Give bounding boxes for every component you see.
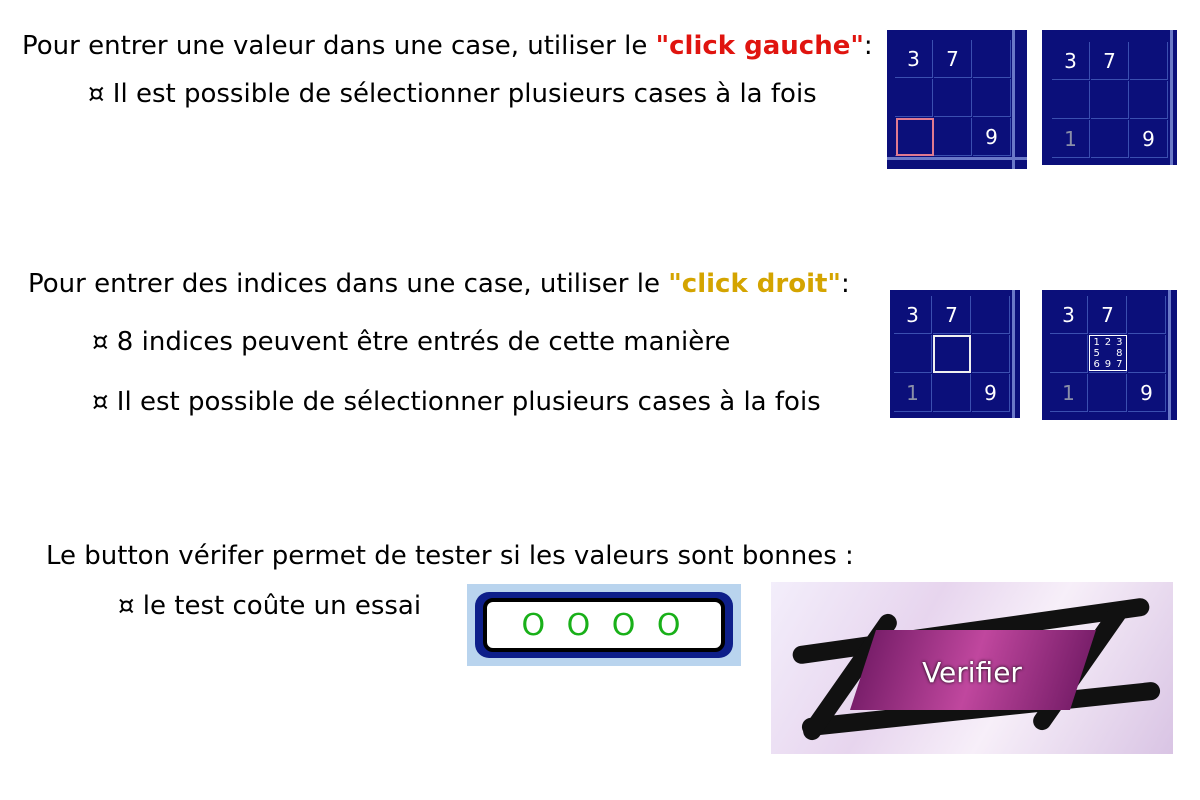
cell[interactable]: 1 <box>894 374 932 412</box>
hint: 3 <box>1116 337 1123 348</box>
sudoku-grid-example-4: 3 7 1 9 1 2 3 5 8 6 9 7 <box>1042 290 1177 420</box>
instruction-text: Pour entrer des indices dans une case, u… <box>28 269 669 299</box>
cell[interactable]: 3 <box>895 40 933 78</box>
cell[interactable] <box>934 79 972 117</box>
colon: : <box>863 31 873 61</box>
counter-frame: O O O O <box>475 592 733 658</box>
left-click-label: "click gauche" <box>655 31 864 61</box>
cell[interactable]: 3 <box>894 296 932 334</box>
selected-cell-highlight <box>896 118 934 156</box>
hint: 5 <box>1093 348 1100 359</box>
cell[interactable] <box>1091 120 1129 158</box>
hint: 1 <box>1093 337 1100 348</box>
grid-divider <box>1012 290 1015 418</box>
grid-divider <box>1170 30 1173 165</box>
cell[interactable]: 7 <box>1091 42 1129 80</box>
attempts-counter: O O O O <box>483 598 725 652</box>
cell[interactable] <box>933 374 971 412</box>
instruction-text: Pour entrer une valeur dans une case, ut… <box>22 31 656 61</box>
cell[interactable] <box>972 335 1010 373</box>
cell[interactable]: 1 <box>1050 374 1088 412</box>
cell[interactable] <box>894 335 932 373</box>
cell[interactable]: 7 <box>1089 296 1127 334</box>
sudoku-grid-example-2: 3 7 1 9 <box>1042 30 1177 165</box>
verify-instruction: Le button vérifer permet de tester si le… <box>46 541 854 571</box>
hints-count-bullet: ¤ 8 indices peuvent être entrés de cette… <box>92 327 731 357</box>
grid-divider <box>887 157 1027 160</box>
sudoku-grid-example-3: 3 7 1 9 <box>890 290 1020 418</box>
multi-select-bullet: ¤ Il est possible de sélectionner plusie… <box>92 387 821 417</box>
hint <box>1102 348 1113 359</box>
hint: 2 <box>1104 337 1112 348</box>
hint: 6 <box>1093 359 1100 370</box>
left-click-instruction: Pour entrer une valeur dans une case, ut… <box>22 30 873 62</box>
cell[interactable] <box>1052 81 1090 119</box>
cell[interactable] <box>1091 81 1129 119</box>
cell[interactable]: 7 <box>934 40 972 78</box>
cell[interactable] <box>934 118 972 156</box>
cell[interactable] <box>1130 42 1168 80</box>
cell[interactable] <box>973 79 1011 117</box>
hint: 9 <box>1104 359 1112 370</box>
cell[interactable]: 9 <box>972 374 1010 412</box>
cell[interactable]: 3 <box>1050 296 1088 334</box>
cell[interactable] <box>1128 296 1166 334</box>
cell[interactable]: 9 <box>973 118 1011 156</box>
cost-bullet: ¤ le test coûte un essai <box>118 591 422 621</box>
cell[interactable] <box>1128 335 1166 373</box>
right-click-label: "click droit" <box>668 269 841 299</box>
attempts-counter-panel: O O O O <box>467 584 741 666</box>
hint: 8 <box>1116 348 1123 359</box>
right-click-instruction: Pour entrer des indices dans une case, u… <box>28 268 850 300</box>
cell[interactable]: 1 <box>1052 120 1090 158</box>
cell[interactable] <box>973 40 1011 78</box>
hint: 7 <box>1116 359 1123 370</box>
cell[interactable] <box>895 79 933 117</box>
hint-marks: 1 2 3 5 8 6 9 7 <box>1089 335 1127 371</box>
multi-select-bullet: ¤ Il est possible de sélectionner plusie… <box>88 79 817 109</box>
grid-divider <box>1168 290 1171 420</box>
colon: : <box>840 269 850 299</box>
verify-button[interactable]: Verifier <box>771 582 1173 754</box>
cell[interactable] <box>1130 81 1168 119</box>
cell[interactable]: 9 <box>1130 120 1168 158</box>
grid-divider <box>1012 30 1015 169</box>
cell[interactable] <box>1089 374 1127 412</box>
cell[interactable]: 9 <box>1128 374 1166 412</box>
selected-cell-highlight <box>933 335 971 373</box>
verify-button-label: Verifier <box>922 656 1022 689</box>
sudoku-grid-example-1: 3 7 9 <box>887 30 1027 169</box>
cell[interactable]: 3 <box>1052 42 1090 80</box>
cell[interactable] <box>1050 335 1088 373</box>
cell[interactable]: 7 <box>933 296 971 334</box>
cell[interactable] <box>972 296 1010 334</box>
